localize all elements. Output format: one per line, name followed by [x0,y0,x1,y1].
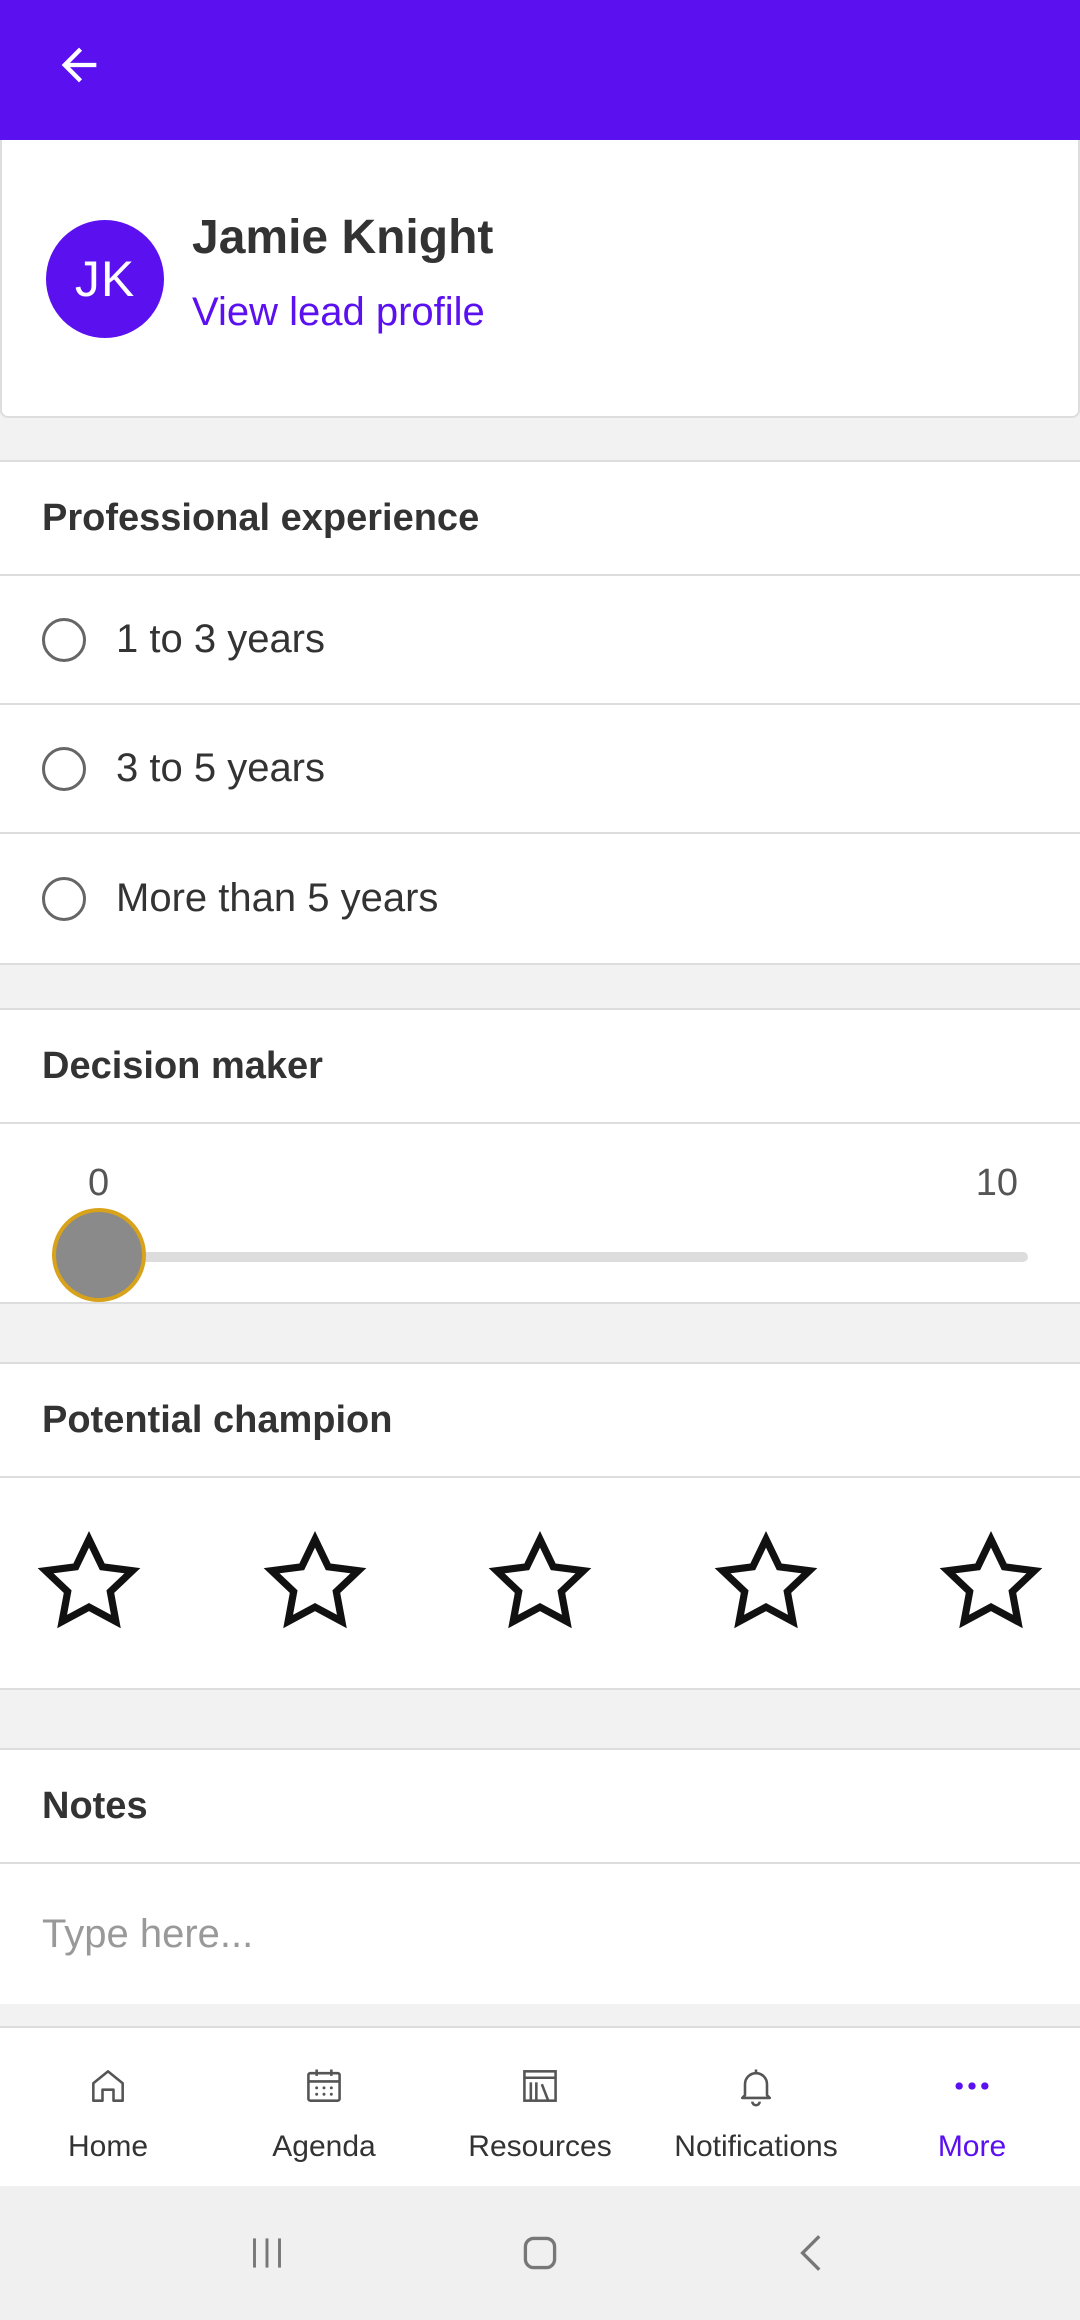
notes-input[interactable] [0,1864,1080,2004]
star-rating [0,1478,1080,1688]
home-system-button[interactable] [500,2213,580,2293]
star-outline-icon [263,1531,366,1629]
section-title: Potential champion [0,1364,1080,1478]
star-outline-icon [488,1531,592,1629]
slider-min-label: 0 [88,1162,110,1204]
nav-label: Resources [468,2130,612,2163]
view-lead-profile-link[interactable]: View lead profile [192,290,485,335]
decision-maker-slider[interactable]: 0 10 [0,1124,1080,1302]
experience-option-5-plus[interactable]: More than 5 years [0,834,1080,963]
star-1[interactable] [34,1528,144,1638]
radio-button[interactable] [42,876,86,921]
star-5[interactable] [936,1528,1046,1638]
recent-apps-icon [252,2238,281,2268]
nav-item-resources[interactable]: Resources [432,2028,648,2186]
radio-label: 1 to 3 years [116,617,326,661]
nav-label: Agenda [272,2130,376,2163]
bell-icon [732,2062,780,2110]
recent-apps-button[interactable] [227,2213,307,2293]
nav-label: Notifications [674,2130,838,2163]
system-navigation-bar [0,2186,1080,2320]
star-outline-icon [37,1531,141,1629]
library-icon [516,2062,564,2110]
app-root: JK Jamie Knight View lead profile Profes… [0,0,1080,2320]
slider-max-label: 10 [975,1162,1018,1204]
chevron-left-icon [800,2235,821,2271]
home-square-icon [523,2236,557,2270]
avatar: JK [46,220,164,338]
slider-track[interactable] [100,1252,1028,1262]
more-icon [948,2062,996,2110]
section-title: Decision maker [0,1010,1080,1124]
notes-section: Notes [0,1748,1080,2004]
star-3[interactable] [485,1528,595,1638]
home-icon [84,2062,132,2110]
radio-label: More than 5 years [116,876,439,920]
nav-item-home[interactable]: Home [0,2028,216,2186]
radio-button[interactable] [42,617,86,662]
star-2[interactable] [260,1528,370,1638]
nav-label: More [937,2130,1007,2163]
experience-option-3-5[interactable]: 3 to 5 years [0,705,1080,834]
slider-thumb[interactable] [52,1208,146,1302]
star-outline-icon [939,1531,1043,1629]
experience-option-1-3[interactable]: 1 to 3 years [0,576,1080,705]
nav-item-notifications[interactable]: Notifications [648,2028,864,2186]
back-system-button[interactable] [773,2213,853,2293]
arrow-left-icon [61,47,97,83]
lead-name: Jamie Knight [192,211,494,264]
nav-label: Home [67,2130,149,2163]
back-button[interactable] [44,30,114,100]
radio-button[interactable] [42,746,86,791]
bottom-navigation: Home Agenda Resources Notifications More [0,2026,1080,2186]
star-4[interactable] [711,1528,821,1638]
nav-item-more[interactable]: More [864,2028,1080,2186]
radio-label: 3 to 5 years [116,746,326,790]
calendar-icon [300,2062,348,2110]
section-title: Notes [0,1750,1080,1864]
potential-champion-section: Potential champion [0,1362,1080,1690]
lead-card: JK Jamie Knight View lead profile [0,140,1080,418]
top-app-bar [0,0,1080,140]
decision-maker-section: Decision maker 0 10 [0,1008,1080,1304]
section-title: Professional experience [0,462,1080,576]
nav-item-agenda[interactable]: Agenda [216,2028,432,2186]
star-outline-icon [714,1531,817,1629]
experience-section: Professional experience 1 to 3 years 3 t… [0,460,1080,965]
